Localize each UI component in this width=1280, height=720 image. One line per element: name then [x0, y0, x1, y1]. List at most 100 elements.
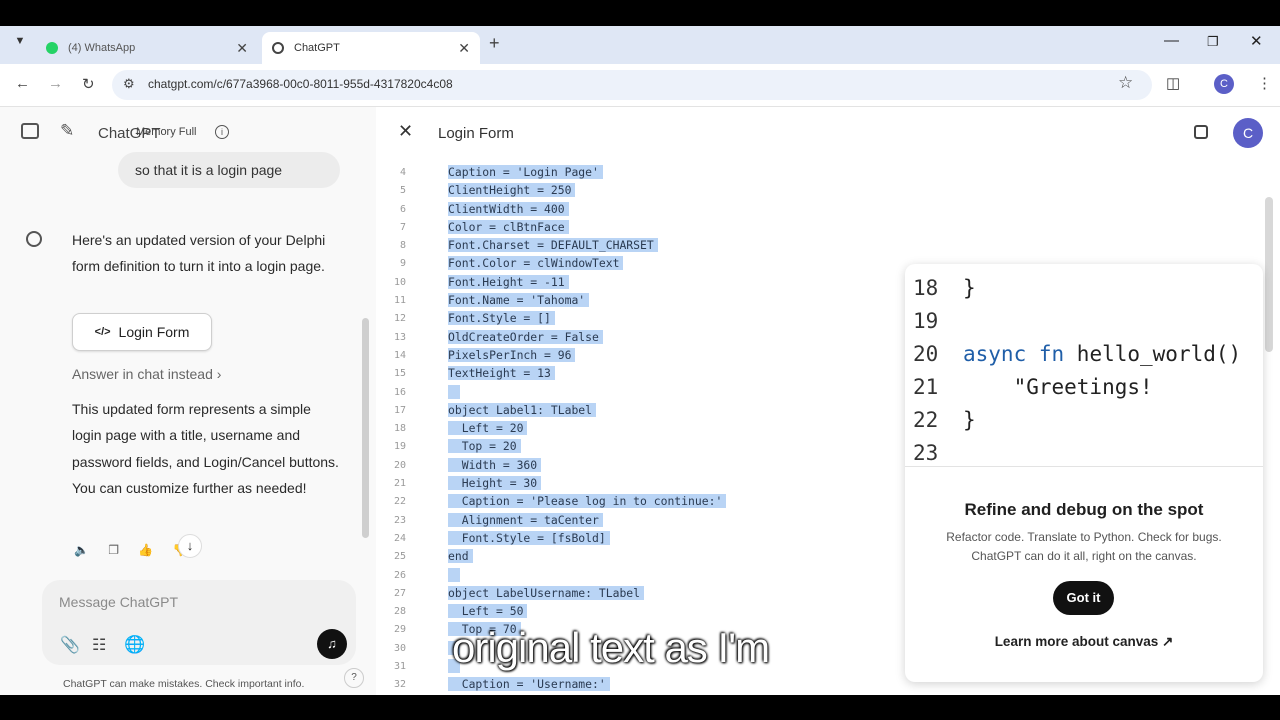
learn-more-link[interactable]: Learn more about canvas ↗ — [905, 634, 1263, 650]
answer-in-chat-link[interactable]: Answer in chat instead › — [72, 366, 221, 382]
code-text: Left = 50 — [448, 604, 528, 619]
popup-line-number: 23 — [913, 441, 939, 465]
toggle-sidebar-icon[interactable] — [21, 123, 39, 139]
code-line[interactable]: 14 PixelsPerInch = 96 — [376, 346, 896, 364]
popup-title: Refine and debug on the spot — [964, 500, 1204, 519]
reload-icon[interactable]: ↻ — [82, 75, 95, 93]
code-text: Color = clBtnFace — [448, 219, 569, 234]
chat-scrollbar[interactable] — [362, 318, 369, 538]
code-line[interactable]: 19 Top = 20 — [376, 437, 896, 455]
code-line[interactable]: 8 Font.Charset = DEFAULT_CHARSET — [376, 236, 896, 254]
code-line[interactable]: 5 ClientHeight = 250 — [376, 181, 896, 199]
code-line[interactable]: 20 Width = 360 — [376, 456, 896, 474]
line-number: 6 — [399, 203, 406, 215]
code-line[interactable]: 16 — [376, 383, 896, 401]
restore-icon[interactable]: ❐ — [1207, 34, 1219, 50]
popup-line-number: 20 — [913, 342, 939, 366]
new-tab-icon[interactable]: + — [489, 33, 500, 54]
code-line[interactable]: 24 Font.Style = [fsBold] — [376, 529, 896, 547]
code-text — [448, 567, 460, 582]
open-canvas-button[interactable]: </> Login Form — [72, 313, 212, 351]
code-line[interactable]: 15 TextHeight = 13 — [376, 364, 896, 382]
line-number: 28 — [393, 606, 406, 618]
code-line[interactable]: 27 object LabelUsername: TLabel — [376, 584, 896, 602]
attach-icon[interactable]: 📎 — [60, 635, 80, 655]
code-line[interactable]: 10 Font.Height = -11 — [376, 273, 896, 291]
minimize-icon[interactable]: — — [1164, 32, 1179, 49]
code-line[interactable]: 25 end — [376, 547, 896, 565]
line-number: 32 — [393, 679, 406, 691]
code-line[interactable]: 17 object Label1: TLabel — [376, 401, 896, 419]
popup-line-number: 22 — [913, 408, 939, 432]
bookmark-star-icon[interactable]: ☆ — [1118, 73, 1133, 93]
code-text: Font.Style = [fsBold] — [448, 530, 610, 545]
code-line[interactable]: 11 Font.Name = 'Tahoma' — [376, 291, 896, 309]
code-line[interactable]: 9 Font.Color = clWindowText — [376, 254, 896, 272]
canvas-title: Login Form — [438, 125, 514, 142]
code-text: OldCreateOrder = False — [448, 329, 603, 344]
got-it-button[interactable]: Got it — [1053, 581, 1114, 615]
code-text: TextHeight = 13 — [448, 366, 555, 381]
forward-icon[interactable]: → — [48, 75, 63, 92]
line-number: 31 — [393, 661, 406, 673]
close-tab-icon[interactable]: ✕ — [458, 40, 470, 57]
scroll-down-icon[interactable]: ↓ — [178, 534, 202, 558]
popup-divider — [905, 466, 1263, 467]
tab-search-button[interactable]: ▼ — [10, 35, 30, 55]
browser-menu-icon[interactable]: ⋮ — [1257, 74, 1272, 92]
close-window-icon[interactable]: ✕ — [1250, 32, 1263, 50]
code-line[interactable]: 7 Color = clBtnFace — [376, 218, 896, 236]
identifier: hello_world() — [1076, 342, 1242, 366]
tab-whatsapp[interactable]: (4) WhatsApp ✕ — [36, 32, 258, 64]
popup-line-number: 18 — [913, 276, 939, 300]
line-number: 14 — [393, 349, 406, 361]
profile-avatar[interactable]: C — [1214, 74, 1234, 94]
code-line[interactable]: 13 OldCreateOrder = False — [376, 328, 896, 346]
code-editor[interactable]: 4 Caption = 'Login Page' 5 ClientHeight = 2… — [376, 163, 896, 694]
tab-chatgpt[interactable]: ChatGPT ✕ — [262, 32, 480, 64]
message-input[interactable]: Message ChatGPT — [59, 594, 178, 610]
code-text: Font.Height = -11 — [448, 274, 569, 289]
code-line[interactable]: 12 Font.Style = [] — [376, 309, 896, 327]
close-canvas-icon[interactable]: ✕ — [398, 121, 413, 142]
disclaimer-text: ChatGPT can make mistakes. Check importa… — [63, 678, 305, 690]
code-text: Font.Style = [] — [448, 311, 555, 326]
code-line[interactable]: 4 Caption = 'Login Page' — [376, 163, 896, 181]
code-text: Font.Name = 'Tahoma' — [448, 293, 590, 308]
canvas-scrollbar[interactable] — [1265, 197, 1273, 352]
canvas-avatar[interactable]: C — [1233, 118, 1263, 148]
close-tab-icon[interactable]: ✕ — [236, 40, 248, 57]
canvas-intro-popup: 18} 19 20 async fn hello_world() 21 "Greetin… — [905, 264, 1263, 682]
web-search-icon[interactable]: 🌐 — [124, 635, 145, 655]
voice-mode-button[interactable]: ♫ — [317, 629, 347, 659]
code-line[interactable]: 32 Caption = 'Username:' — [376, 675, 896, 693]
read-aloud-icon[interactable]: 🔈 — [74, 543, 89, 557]
code-line[interactable]: 26 — [376, 566, 896, 584]
extensions-icon[interactable]: ◫ — [1166, 74, 1180, 92]
code-line[interactable]: 18 Left = 20 — [376, 419, 896, 437]
line-number: 5 — [399, 185, 406, 197]
back-icon[interactable]: ← — [15, 75, 30, 92]
code-text: Font.Color = clWindowText — [448, 256, 624, 271]
assistant-intro: Here's an updated version of your Delphi… — [72, 232, 326, 275]
chatgpt-logo-icon — [26, 231, 42, 247]
copy-icon[interactable]: ❐ — [108, 543, 119, 557]
line-number: 21 — [393, 478, 406, 490]
site-settings-icon[interactable]: ⚙ — [123, 76, 135, 92]
code-line[interactable]: 21 Height = 30 — [376, 474, 896, 492]
copy-code-icon[interactable] — [1194, 125, 1208, 139]
popup-code-text: } — [963, 276, 976, 300]
new-chat-icon[interactable]: ✎ — [60, 121, 74, 141]
popup-code-preview: 18} 19 20 async fn hello_world() 21 "Greetin… — [905, 270, 1263, 466]
line-number: 20 — [393, 459, 406, 471]
tools-icon[interactable]: ☷ — [92, 635, 106, 655]
code-line[interactable]: 6 ClientWidth = 400 — [376, 200, 896, 218]
help-button[interactable]: ? — [344, 668, 364, 688]
code-text: object LabelUsername: TLabel — [448, 585, 645, 600]
code-line[interactable]: 23 Alignment = taCenter — [376, 511, 896, 529]
code-line[interactable]: 28 Left = 50 — [376, 602, 896, 620]
info-icon[interactable]: i — [215, 125, 229, 139]
code-line[interactable]: 22 Caption = 'Please log in to continue:… — [376, 492, 896, 510]
thumbs-up-icon[interactable]: 👍 — [138, 543, 153, 557]
code-text: PixelsPerInch = 96 — [448, 347, 576, 362]
